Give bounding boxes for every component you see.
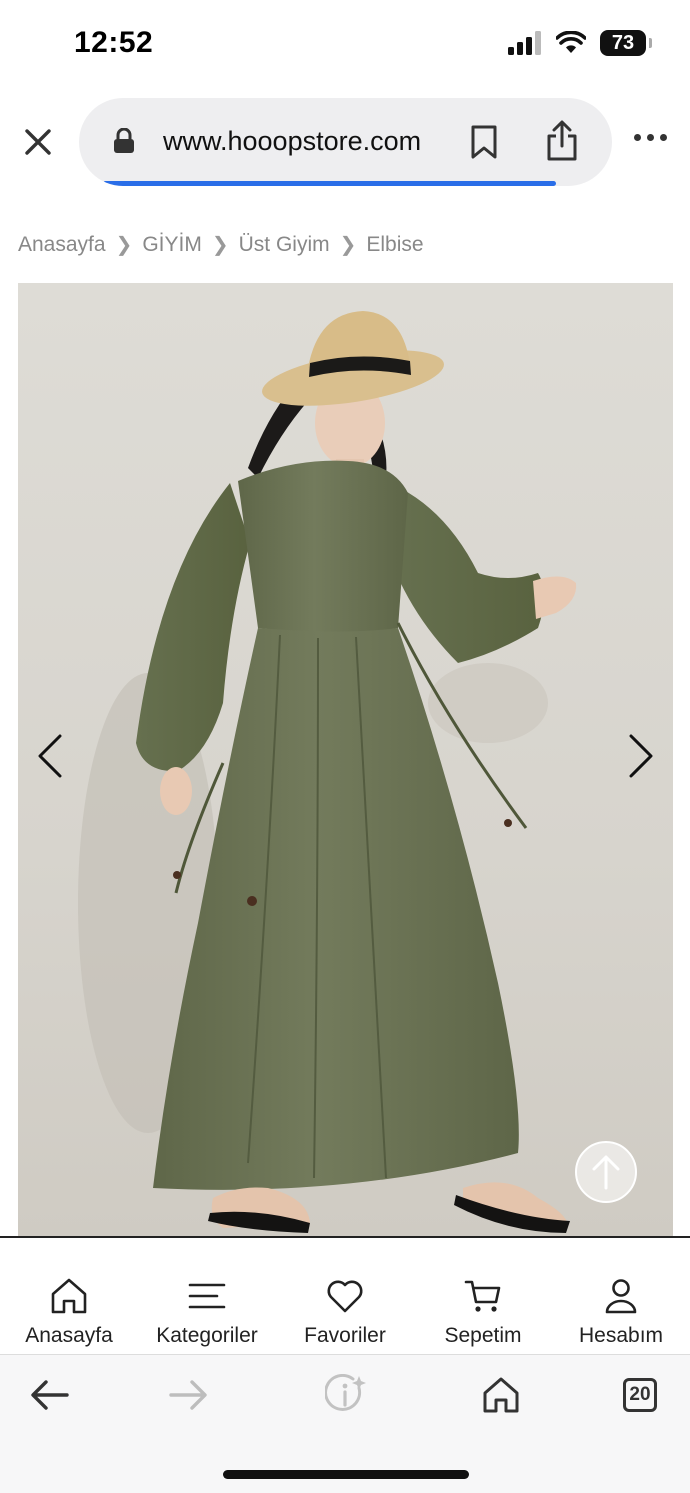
back-arrow-icon bbox=[31, 1380, 69, 1410]
breadcrumb-ust-giyim[interactable]: Üst Giyim bbox=[239, 233, 330, 257]
arrow-up-icon bbox=[592, 1155, 620, 1190]
nav-label: Hesabım bbox=[578, 1324, 664, 1347]
breadcrumb: Anasayfa ❯ GİYİM ❯ Üst Giyim ❯ Elbise bbox=[18, 232, 424, 257]
product-image[interactable] bbox=[18, 283, 673, 1236]
nav-label: Anasayfa bbox=[25, 1324, 113, 1347]
wifi-icon bbox=[556, 31, 586, 53]
breadcrumb-giyim[interactable]: GİYİM bbox=[142, 233, 202, 257]
back-button[interactable] bbox=[20, 1373, 80, 1417]
cart-icon bbox=[464, 1280, 501, 1312]
home-icon bbox=[483, 1377, 519, 1413]
tabs-icon: 20 bbox=[623, 1378, 657, 1412]
battery-level: 73 bbox=[611, 31, 635, 54]
scroll-to-top-button[interactable] bbox=[575, 1141, 637, 1203]
home-indicator[interactable] bbox=[223, 1470, 469, 1479]
next-image-button[interactable] bbox=[621, 731, 661, 781]
status-bar: 12:52 73 bbox=[0, 0, 690, 90]
chevron-right-icon: ❯ bbox=[211, 234, 229, 256]
share-icon[interactable] bbox=[545, 120, 579, 162]
nav-hesabim[interactable]: Hesabım bbox=[552, 1238, 690, 1354]
user-icon bbox=[605, 1279, 637, 1314]
forward-button[interactable] bbox=[158, 1373, 218, 1417]
product-photo bbox=[78, 311, 577, 1233]
close-icon bbox=[25, 129, 51, 155]
site-bottom-nav: Anasayfa Kategoriler Favoriler Sepetim H… bbox=[0, 1238, 690, 1354]
page-info-button[interactable] bbox=[316, 1373, 376, 1417]
menu-icon bbox=[188, 1283, 226, 1309]
previous-image-button[interactable] bbox=[30, 731, 70, 781]
page-info-icon bbox=[325, 1374, 366, 1411]
chevron-right-icon: ❯ bbox=[115, 234, 133, 256]
status-time: 12:52 bbox=[74, 26, 154, 59]
battery-tip bbox=[649, 38, 652, 48]
chevron-right-icon bbox=[629, 734, 653, 778]
status-icons: 73 bbox=[508, 30, 652, 56]
close-button[interactable] bbox=[22, 126, 54, 158]
breadcrumb-elbise[interactable]: Elbise bbox=[366, 233, 423, 257]
nav-favoriler[interactable]: Favoriler bbox=[276, 1238, 414, 1354]
page-load-progress bbox=[103, 181, 556, 186]
tabs-button[interactable]: 20 bbox=[610, 1373, 670, 1417]
breadcrumb-home[interactable]: Anasayfa bbox=[18, 233, 106, 257]
bookmark-icon[interactable] bbox=[469, 124, 499, 160]
battery-icon: 73 bbox=[600, 30, 652, 56]
home-button[interactable] bbox=[471, 1373, 531, 1417]
nav-sepetim[interactable]: Sepetim bbox=[414, 1238, 552, 1354]
lock-icon bbox=[114, 128, 134, 153]
heart-icon bbox=[327, 1280, 363, 1313]
url-text: www.hooopstore.com bbox=[163, 126, 422, 156]
more-icon[interactable] bbox=[634, 134, 667, 141]
cellular-signal-icon bbox=[508, 31, 541, 55]
chevron-left-icon bbox=[38, 734, 62, 778]
nav-kategoriler[interactable]: Kategoriler bbox=[138, 1238, 276, 1354]
nav-label: Sepetim bbox=[444, 1324, 522, 1347]
browser-address-bar: www.hooopstore.com bbox=[0, 96, 690, 192]
nav-anasayfa[interactable]: Anasayfa bbox=[0, 1238, 138, 1354]
chevron-right-icon: ❯ bbox=[339, 234, 357, 256]
url-field[interactable]: www.hooopstore.com bbox=[79, 98, 612, 186]
nav-label: Kategoriler bbox=[156, 1324, 258, 1347]
nav-label: Favoriler bbox=[304, 1324, 386, 1347]
home-icon bbox=[51, 1278, 87, 1314]
forward-arrow-icon bbox=[169, 1380, 207, 1410]
